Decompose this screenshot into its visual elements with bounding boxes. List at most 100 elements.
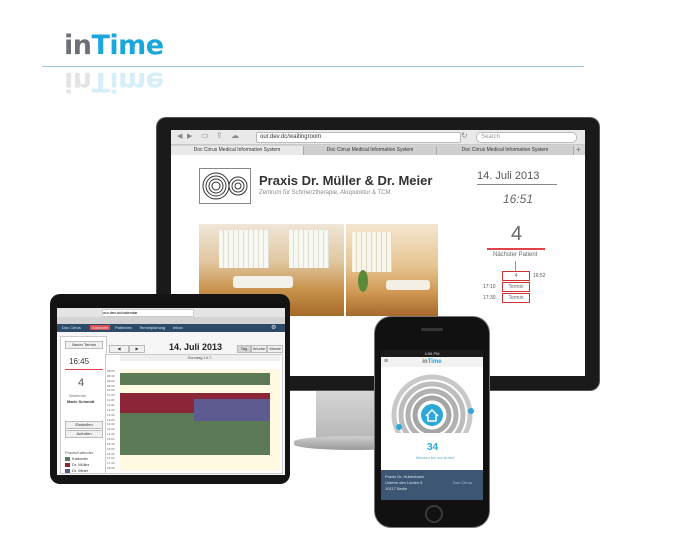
queue-slot-2-time: 17:30	[483, 295, 496, 301]
queue-slot-1-time: 17:10	[483, 284, 496, 290]
tablet-legend-label: Praxis/Kalender	[65, 450, 94, 455]
phone-screen: 4:56 PM ≡ inTime 34 Minuten bis zur Aufr…	[381, 350, 483, 500]
logo-reflection-in: in	[64, 66, 92, 97]
praxis-maze-logo	[199, 168, 251, 204]
cloud-icon[interactable]: ☁	[231, 131, 239, 140]
new-tab-icon[interactable]: +	[576, 145, 581, 154]
tablet-settings-icon[interactable]: ⚙	[271, 324, 276, 331]
hour-label: 15:00	[107, 437, 115, 441]
tablet-side-panel: Neuer Termin 16:45 4 Wartende Marie Schm…	[60, 336, 107, 474]
view-day-button[interactable]: Tag	[237, 345, 251, 353]
phone-home-button[interactable]	[425, 505, 443, 523]
bookmarks-icon[interactable]: ▭	[201, 131, 209, 140]
queue-slot-2-box: Termin	[502, 293, 530, 303]
calendar-grid	[120, 369, 280, 471]
appointment-block-3[interactable]	[194, 399, 270, 421]
tablet-next-button[interactable]: ▶	[129, 345, 145, 353]
logo-in: in	[64, 30, 92, 61]
tablet-prev-button[interactable]: ◀	[109, 345, 129, 353]
queue-current-box: 4	[502, 271, 530, 281]
reload-icon[interactable]: ↻	[461, 131, 468, 140]
tablet-nav-brand[interactable]: Doc Cirrus	[62, 325, 81, 330]
footer-line-2: Unterm den Linden 5	[385, 480, 423, 485]
menu-icon[interactable]: ≡	[384, 357, 388, 367]
next-patient-label: Nächster Patient	[493, 252, 538, 258]
browser-tab-3[interactable]: Doc Cirrus Medical Information System	[437, 146, 574, 155]
tablet-count-label: Wartende	[69, 393, 87, 398]
logo-reflection: inTime	[64, 66, 164, 97]
appointment-block-4[interactable]	[120, 413, 194, 455]
tablet-next-name: Marie Schmidt	[67, 399, 95, 404]
phone-speaker	[421, 328, 443, 331]
footer-line-3: 10117 Berlin	[385, 486, 408, 491]
phone-status-bar: 4:56 PM	[381, 350, 483, 357]
phone-wait-count: 34	[427, 442, 439, 453]
display-date: 14. Juli 2013	[477, 170, 540, 182]
tablet-tab-strip	[57, 317, 285, 324]
legend-mueller[interactable]: Dr. Müller	[72, 462, 89, 467]
tablet-url-bar: our.dev.dc/calendar	[57, 308, 285, 317]
tablet-nav-kalender[interactable]: Kalender	[90, 325, 111, 330]
phone-wait-label: Minuten bis zur Aufruf	[415, 455, 455, 460]
legend-swatch-meier	[65, 469, 70, 473]
legend-kalender[interactable]: Kalender	[72, 456, 88, 461]
hour-label: 17:00	[107, 456, 115, 461]
tablet-calendar-title: 14. Juli 2013	[169, 342, 223, 352]
tablet-url-input[interactable]: our.dev.dc/calendar	[102, 309, 194, 317]
footer-line-1: Praxis Dr. Hubenbach	[385, 474, 424, 479]
tablet-nav-inbox[interactable]: Inbox	[173, 325, 183, 330]
view-month-button[interactable]: Monat	[267, 345, 283, 353]
hour-label: 17:30	[107, 461, 115, 466]
appointment-block-1[interactable]	[120, 373, 270, 385]
logo-reflection-time: Time	[91, 66, 164, 97]
tablet-action-aufrufen[interactable]: Aufrufen	[65, 430, 103, 438]
tablet-count: 4	[78, 377, 85, 389]
tablet-screen: our.dev.dc/calendar Doc Cirrus Kalender …	[57, 303, 285, 475]
hour-label: 10:30	[107, 393, 115, 398]
tablet-action-einstellen[interactable]: Einstellen	[65, 421, 103, 429]
phone-brand-time: Time	[427, 359, 442, 365]
patient-dot-icon-2	[468, 408, 474, 414]
view-week-button[interactable]: Woche	[251, 345, 267, 353]
tablet-red-line	[65, 369, 103, 370]
hour-label: 12:30	[107, 412, 115, 417]
practice-subtitle: Zentrum für Schmerztherapie, Akupunktur …	[259, 190, 391, 196]
browser-tabbar: Doc Cirrus Medical Information System Do…	[171, 145, 585, 155]
browser-tab-1[interactable]: Doc Cirrus Medical Information System	[171, 146, 304, 155]
hour-label: 16:00	[107, 446, 115, 451]
search-input[interactable]: Search	[476, 132, 577, 143]
tablet-time: 16:45	[69, 357, 90, 366]
queue-slot-1-box: Termin	[502, 282, 530, 292]
share-icon[interactable]: ⇪	[216, 131, 223, 140]
back-arrow-icon[interactable]: ◀	[177, 132, 182, 140]
tablet-calendar: Sonntag 14.7. 08:00 08:30 09:00 09:30 10:00 1…	[105, 354, 283, 474]
hour-label: 11:30	[107, 403, 115, 407]
hour-label: 12:00	[107, 407, 115, 412]
legend-swatch-kalender	[65, 457, 70, 461]
appointment-block-5[interactable]	[194, 421, 270, 455]
hour-label: 16:30	[107, 451, 115, 456]
tablet-nav-terminplanung[interactable]: Terminplanung	[139, 325, 165, 330]
hour-label: 14:30	[107, 432, 115, 437]
new-appointment-button[interactable]: Neuer Termin	[65, 341, 103, 349]
hour-label: 09:30	[107, 383, 115, 388]
practice-photo-room-2	[346, 224, 438, 316]
footer-brand: Doc Cirrus	[453, 480, 472, 485]
phone-footer: Praxis Dr. Hubenbach Unterm den Linden 5…	[381, 470, 483, 500]
browser-tab-2[interactable]: Doc Cirrus Medical Information System	[304, 146, 437, 155]
hour-label: 09:00	[107, 378, 115, 383]
hour-label: 18:00	[107, 466, 115, 471]
tablet-nav-patienten[interactable]: Patienten	[115, 325, 132, 330]
url-input[interactable]: our.dev.dc/waitingroom	[256, 132, 461, 143]
hour-label: 13:00	[107, 417, 115, 422]
tablet-nav-bar: Doc Cirrus Kalender Patienten Terminplan…	[57, 324, 285, 332]
hour-label: 10:00	[107, 388, 115, 393]
hour-label: 11:00	[107, 398, 115, 403]
hour-label: 08:00	[107, 369, 115, 373]
logo-divider	[42, 66, 584, 67]
phone-header: ≡ inTime	[381, 357, 483, 367]
waiting-count: 4	[511, 223, 523, 245]
hour-column: 08:00 08:30 09:00 09:30 10:00 10:30 11:00 11:30…	[106, 369, 120, 471]
forward-arrow-icon[interactable]: ▶	[187, 132, 192, 140]
legend-meier[interactable]: Dr. Meier	[72, 468, 88, 473]
